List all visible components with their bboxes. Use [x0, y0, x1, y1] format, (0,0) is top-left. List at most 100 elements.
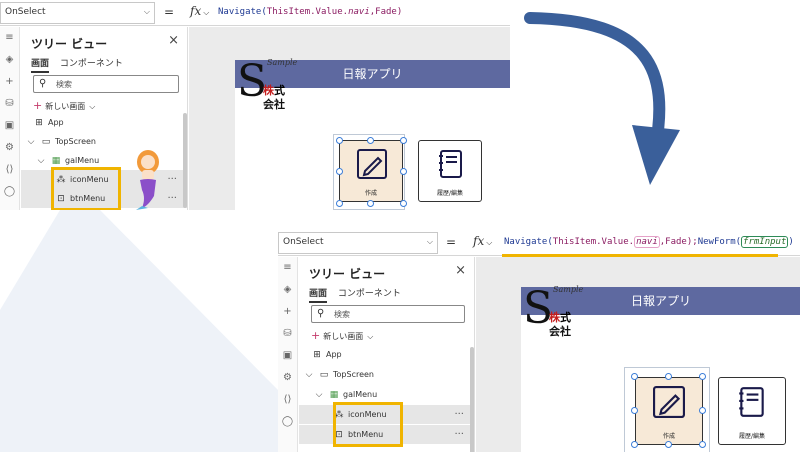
chevron-down-icon: ⌵	[143, 7, 150, 16]
search-rail-icon[interactable]: ◯	[0, 181, 19, 203]
screen-icon: ▭	[319, 370, 329, 380]
screen-icon: ▭	[41, 137, 51, 147]
fx-button[interactable]: fx ⌵	[190, 4, 209, 18]
create-label: 作成	[662, 433, 675, 440]
tab-screens[interactable]: 画面	[31, 56, 50, 73]
resize-handle[interactable]	[400, 200, 407, 207]
chevron-down-icon: ⌵	[426, 237, 433, 246]
tree-item-app[interactable]: ⊞ App	[21, 113, 187, 132]
tree-item-app[interactable]: ⊞ App	[299, 345, 474, 364]
app-icon: ⊞	[313, 350, 321, 360]
fx-button[interactable]: fx ⌵	[473, 234, 492, 248]
search-input[interactable]: ⚲ 検索	[33, 75, 179, 93]
property-dropdown[interactable]: OnSelect ⌵	[278, 232, 438, 254]
search-input[interactable]: ⚲ 検索	[311, 305, 465, 323]
company-logo: S Sample 株式 会社	[523, 283, 584, 347]
resize-handle[interactable]	[631, 441, 638, 448]
resize-handle[interactable]	[631, 407, 638, 414]
create-label: 作成	[364, 190, 377, 197]
resize-handle[interactable]	[367, 200, 374, 207]
logo-sample: Sample	[267, 58, 298, 67]
tools-icon[interactable]: ⚙	[278, 367, 297, 389]
data-icon[interactable]: ⛁	[278, 323, 297, 345]
tree-item-label: App	[48, 118, 64, 127]
tree-item-topscreen[interactable]: ⌵ ▭ TopScreen	[299, 365, 474, 384]
resize-handle[interactable]	[699, 407, 706, 414]
logo-sample: Sample	[553, 285, 584, 294]
history-tile[interactable]: 履歴/編集	[718, 377, 786, 445]
tree-item-label: galMenu	[343, 390, 378, 399]
tree-view-panel: ツリー ビュー × 画面 コンポーネント ⚲ 検索 + 新しい画面 ⌵ ⊞ App ⌵…	[299, 257, 475, 452]
notebook-icon	[739, 387, 764, 417]
formula-function: Navigate(	[218, 7, 267, 17]
resize-handle[interactable]	[400, 137, 407, 144]
formula-input[interactable]: Navigate(ThisItem.Value. navi ,Fade);NewFo…	[504, 236, 794, 248]
formula-function: Navigate(	[504, 237, 553, 247]
tree-tabs: 画面 コンポーネント	[31, 56, 131, 73]
plus-icon: +	[311, 329, 321, 342]
resize-handle[interactable]	[665, 441, 672, 448]
menu-icon[interactable]: ≡	[278, 257, 297, 279]
insert-icon[interactable]: +	[0, 71, 19, 93]
insert-icon[interactable]: +	[278, 301, 297, 323]
resize-handle[interactable]	[699, 373, 706, 380]
chevron-down-icon: ⌵	[37, 156, 45, 166]
formula-input[interactable]: Navigate(ThisItem.Value.navi,Fade)	[218, 7, 402, 17]
resize-handle[interactable]	[367, 137, 374, 144]
data-icon[interactable]: ⛁	[0, 93, 19, 115]
create-tile[interactable]: 作成	[635, 377, 703, 445]
formula-arg-navi: navi	[348, 7, 370, 17]
menu-icon[interactable]: ≡	[0, 27, 19, 49]
tree-scrollbar[interactable]	[183, 113, 187, 208]
property-label: OnSelect	[283, 237, 324, 247]
formula-bar: OnSelect ⌵ = fx ⌵ Navigate(ThisItem.Value…	[0, 0, 510, 26]
tools-icon[interactable]: ⚙	[0, 137, 19, 159]
resize-handle[interactable]	[336, 137, 343, 144]
tree-scrollbar[interactable]	[470, 347, 474, 452]
more-options-button[interactable]: ···	[454, 425, 464, 444]
resize-handle[interactable]	[336, 200, 343, 207]
bottom-editor-screenshot: OnSelect ⌵ = fx ⌵ Navigate(ThisItem.Value…	[278, 230, 800, 452]
search-rail-icon[interactable]: ◯	[278, 411, 297, 433]
close-icon[interactable]: ×	[168, 33, 179, 48]
more-options-button[interactable]: ···	[454, 405, 464, 424]
resize-handle[interactable]	[631, 373, 638, 380]
new-screen-button[interactable]: + 新しい画面 ⌵	[33, 99, 95, 112]
spotlight-shape	[0, 210, 278, 452]
tab-components[interactable]: コンポーネント	[338, 286, 401, 301]
variables-icon[interactable]: ⟨⟩	[0, 159, 19, 181]
layers-icon[interactable]: ◈	[278, 279, 297, 301]
design-canvas: 日報アプリ S Sample 株式 会社 作成 履歴/編集	[189, 27, 510, 210]
layers-icon[interactable]: ◈	[0, 49, 19, 71]
app-preview: 日報アプリ S Sample 株式 会社 作成 履歴/編集	[235, 56, 510, 210]
more-options-button[interactable]: ···	[167, 170, 177, 189]
resize-handle[interactable]	[336, 168, 343, 175]
pencil-icon	[357, 149, 387, 179]
create-tile[interactable]: 作成	[339, 140, 403, 202]
chevron-down-icon: ⌵	[27, 137, 35, 147]
resize-handle[interactable]	[665, 373, 672, 380]
plus-icon: +	[33, 99, 43, 112]
fx-icon: fx	[473, 234, 485, 248]
property-label: OnSelect	[5, 7, 46, 17]
tree-view-title: ツリー ビュー	[31, 37, 108, 51]
media-icon[interactable]: ▣	[0, 115, 19, 137]
resize-handle[interactable]	[400, 168, 407, 175]
tab-screens[interactable]: 画面	[309, 286, 328, 303]
close-icon[interactable]: ×	[455, 263, 466, 278]
logo-kaisha: 会社	[549, 325, 571, 338]
formula-close-paren: )	[788, 237, 794, 247]
search-icon: ⚲	[39, 78, 47, 89]
formula-arg-fade: ,Fade);	[659, 237, 698, 247]
property-dropdown[interactable]: OnSelect ⌵	[0, 2, 155, 24]
resize-handle[interactable]	[699, 441, 706, 448]
formula-arg: ThisItem.Value.	[266, 7, 349, 17]
top-editor-screenshot: OnSelect ⌵ = fx ⌵ Navigate(ThisItem.Value…	[0, 0, 510, 210]
more-options-button[interactable]: ···	[167, 189, 177, 208]
search-icon: ⚲	[317, 308, 325, 319]
media-icon[interactable]: ▣	[278, 345, 297, 367]
variables-icon[interactable]: ⟨⟩	[278, 389, 297, 411]
new-screen-button[interactable]: + 新しい画面 ⌵	[311, 329, 373, 342]
tab-components[interactable]: コンポーネント	[60, 56, 123, 71]
mermaid-illustration	[136, 150, 159, 210]
